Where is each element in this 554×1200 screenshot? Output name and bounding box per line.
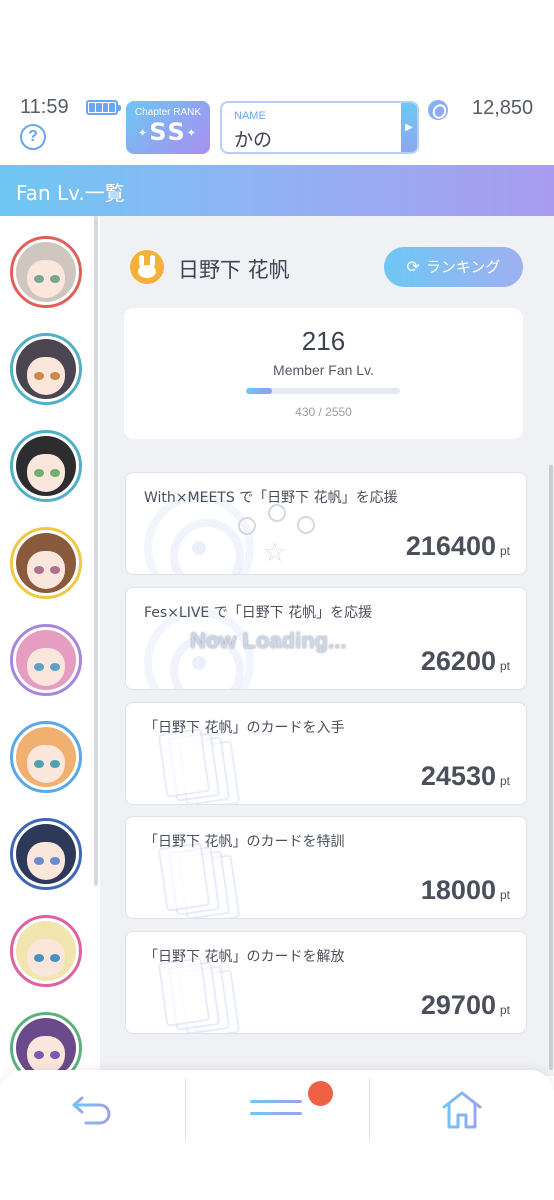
avatar-portrait: [16, 824, 76, 884]
member-sidebar: [0, 216, 100, 1076]
record-points: 18000 pt: [420, 875, 510, 905]
rank-label: Chapter RANK: [134, 107, 202, 118]
sidebar-scrollbar[interactable]: [94, 216, 98, 886]
avatar[interactable]: [10, 527, 82, 599]
rank-value: ✦SS✦: [138, 118, 198, 146]
avatar[interactable]: [10, 236, 82, 308]
rabbit-face: [138, 265, 156, 278]
help-icon[interactable]: ?: [20, 124, 46, 150]
avatar[interactable]: [10, 624, 82, 696]
loading-text: Now Loading...: [190, 628, 347, 653]
name-label: NAME: [234, 110, 266, 122]
fan-point-record: 「日野下 花帆」のカードを入手 24530 pt: [125, 702, 527, 805]
avatar-portrait: [16, 242, 76, 302]
chapter-rank-badge[interactable]: Chapter RANK ✦SS✦: [126, 101, 210, 154]
player-name-box[interactable]: NAME かの ▶: [220, 101, 419, 154]
star-icon: ☆: [263, 538, 287, 568]
refresh-icon: ⟳: [406, 257, 420, 276]
fan-point-record: 「日野下 花帆」のカードを解放 29700 pt: [125, 931, 527, 1034]
back-icon[interactable]: [70, 1092, 116, 1128]
record-points: 26200 pt: [420, 646, 510, 676]
avatar-portrait: [16, 727, 76, 787]
record-title: 「日野下 花帆」のカードを特訓: [144, 834, 345, 850]
record-title: Fes×LIVE で「日野下 花帆」を応援: [144, 605, 373, 621]
loading-circle: [268, 504, 286, 522]
menu-icon[interactable]: [250, 1100, 302, 1124]
currency-count: 12,850: [472, 97, 534, 119]
loading-circle: [297, 516, 315, 534]
cards-icon: [157, 957, 242, 1033]
notification-badge: [308, 1081, 333, 1106]
record-title: With×MEETS で「日野下 花帆」を応援: [144, 490, 398, 506]
main-scrollbar[interactable]: [549, 465, 553, 1070]
avatar[interactable]: [10, 1012, 82, 1076]
avatar-portrait: [16, 436, 76, 496]
chevron-right-icon[interactable]: ▶: [401, 103, 417, 152]
record-points: 24530 pt: [420, 761, 510, 791]
nav-divider: [369, 1078, 370, 1140]
player-name: かの: [234, 129, 273, 151]
avatar[interactable]: [10, 721, 82, 793]
ranking-button[interactable]: ⟳ ランキング: [384, 247, 523, 287]
fan-level-progress-bar: [246, 388, 400, 394]
avatar-portrait: [16, 533, 76, 593]
fan-point-record: With×MEETS で「日野下 花帆」を応援 216400 pt: [125, 472, 527, 575]
fan-level-progress-fill: [246, 388, 273, 394]
record-points: 216400 pt: [405, 531, 510, 561]
record-points: 29700 pt: [420, 990, 510, 1020]
page-title: Fan Lv.一覧: [16, 181, 125, 205]
member-name: 日野下 花帆: [178, 258, 290, 282]
fan-level-card: 216 Member Fan Lv. 430 / 2550: [124, 308, 523, 439]
battery-icon: [86, 100, 121, 115]
fan-level-progress-text: 430 / 2550: [295, 405, 352, 419]
fan-level-value: 216: [301, 326, 346, 356]
avatar-portrait: [16, 630, 76, 690]
avatar[interactable]: [10, 430, 82, 502]
avatar[interactable]: [10, 818, 82, 890]
sparkle-icon: ✦: [186, 126, 198, 140]
record-title: 「日野下 花帆」のカードを入手: [144, 720, 345, 736]
fan-point-record: 「日野下 花帆」のカードを特訓 18000 pt: [125, 816, 527, 919]
clock: 11:59: [20, 96, 69, 118]
currency-icon: [428, 100, 448, 120]
avatar[interactable]: [10, 915, 82, 987]
page-title-bar: Fan Lv.一覧: [0, 165, 554, 216]
avatar[interactable]: [10, 333, 82, 405]
avatar-portrait: [16, 339, 76, 399]
nav-divider: [185, 1078, 186, 1140]
sparkle-icon: ✦: [138, 126, 150, 140]
avatar-portrait: [16, 921, 76, 981]
cards-icon: [157, 728, 242, 804]
loading-circle: [238, 517, 256, 535]
cards-icon: [157, 842, 242, 918]
home-icon[interactable]: [441, 1090, 483, 1130]
record-title: 「日野下 花帆」のカードを解放: [144, 949, 345, 965]
avatar-portrait: [16, 1018, 76, 1076]
fan-level-label: Member Fan Lv.: [273, 362, 374, 378]
